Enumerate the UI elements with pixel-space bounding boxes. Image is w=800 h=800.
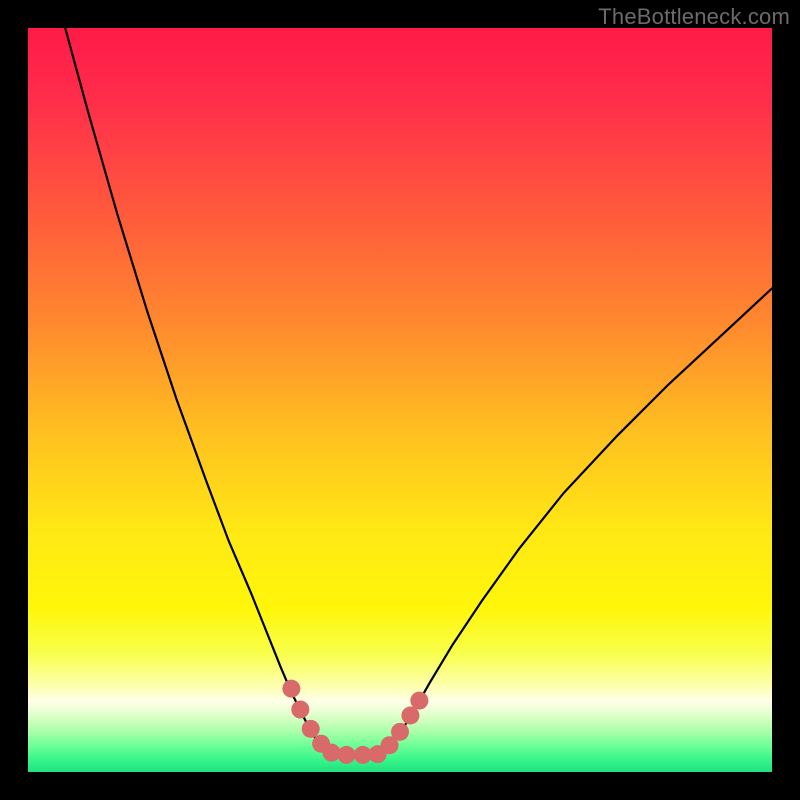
series-group (65, 28, 772, 755)
watermark-text: TheBottleneck.com (598, 4, 790, 30)
marker-point (337, 746, 355, 764)
series-right-curve (378, 288, 772, 754)
chart-frame: TheBottleneck.com (0, 0, 800, 800)
marker-point (391, 723, 409, 741)
series-left-curve (65, 28, 333, 755)
markers-group (282, 680, 428, 764)
marker-point (291, 701, 309, 719)
marker-point (282, 680, 300, 698)
plot-area (28, 28, 772, 772)
marker-point (410, 692, 428, 710)
marker-point (302, 720, 320, 738)
chart-svg (28, 28, 772, 772)
